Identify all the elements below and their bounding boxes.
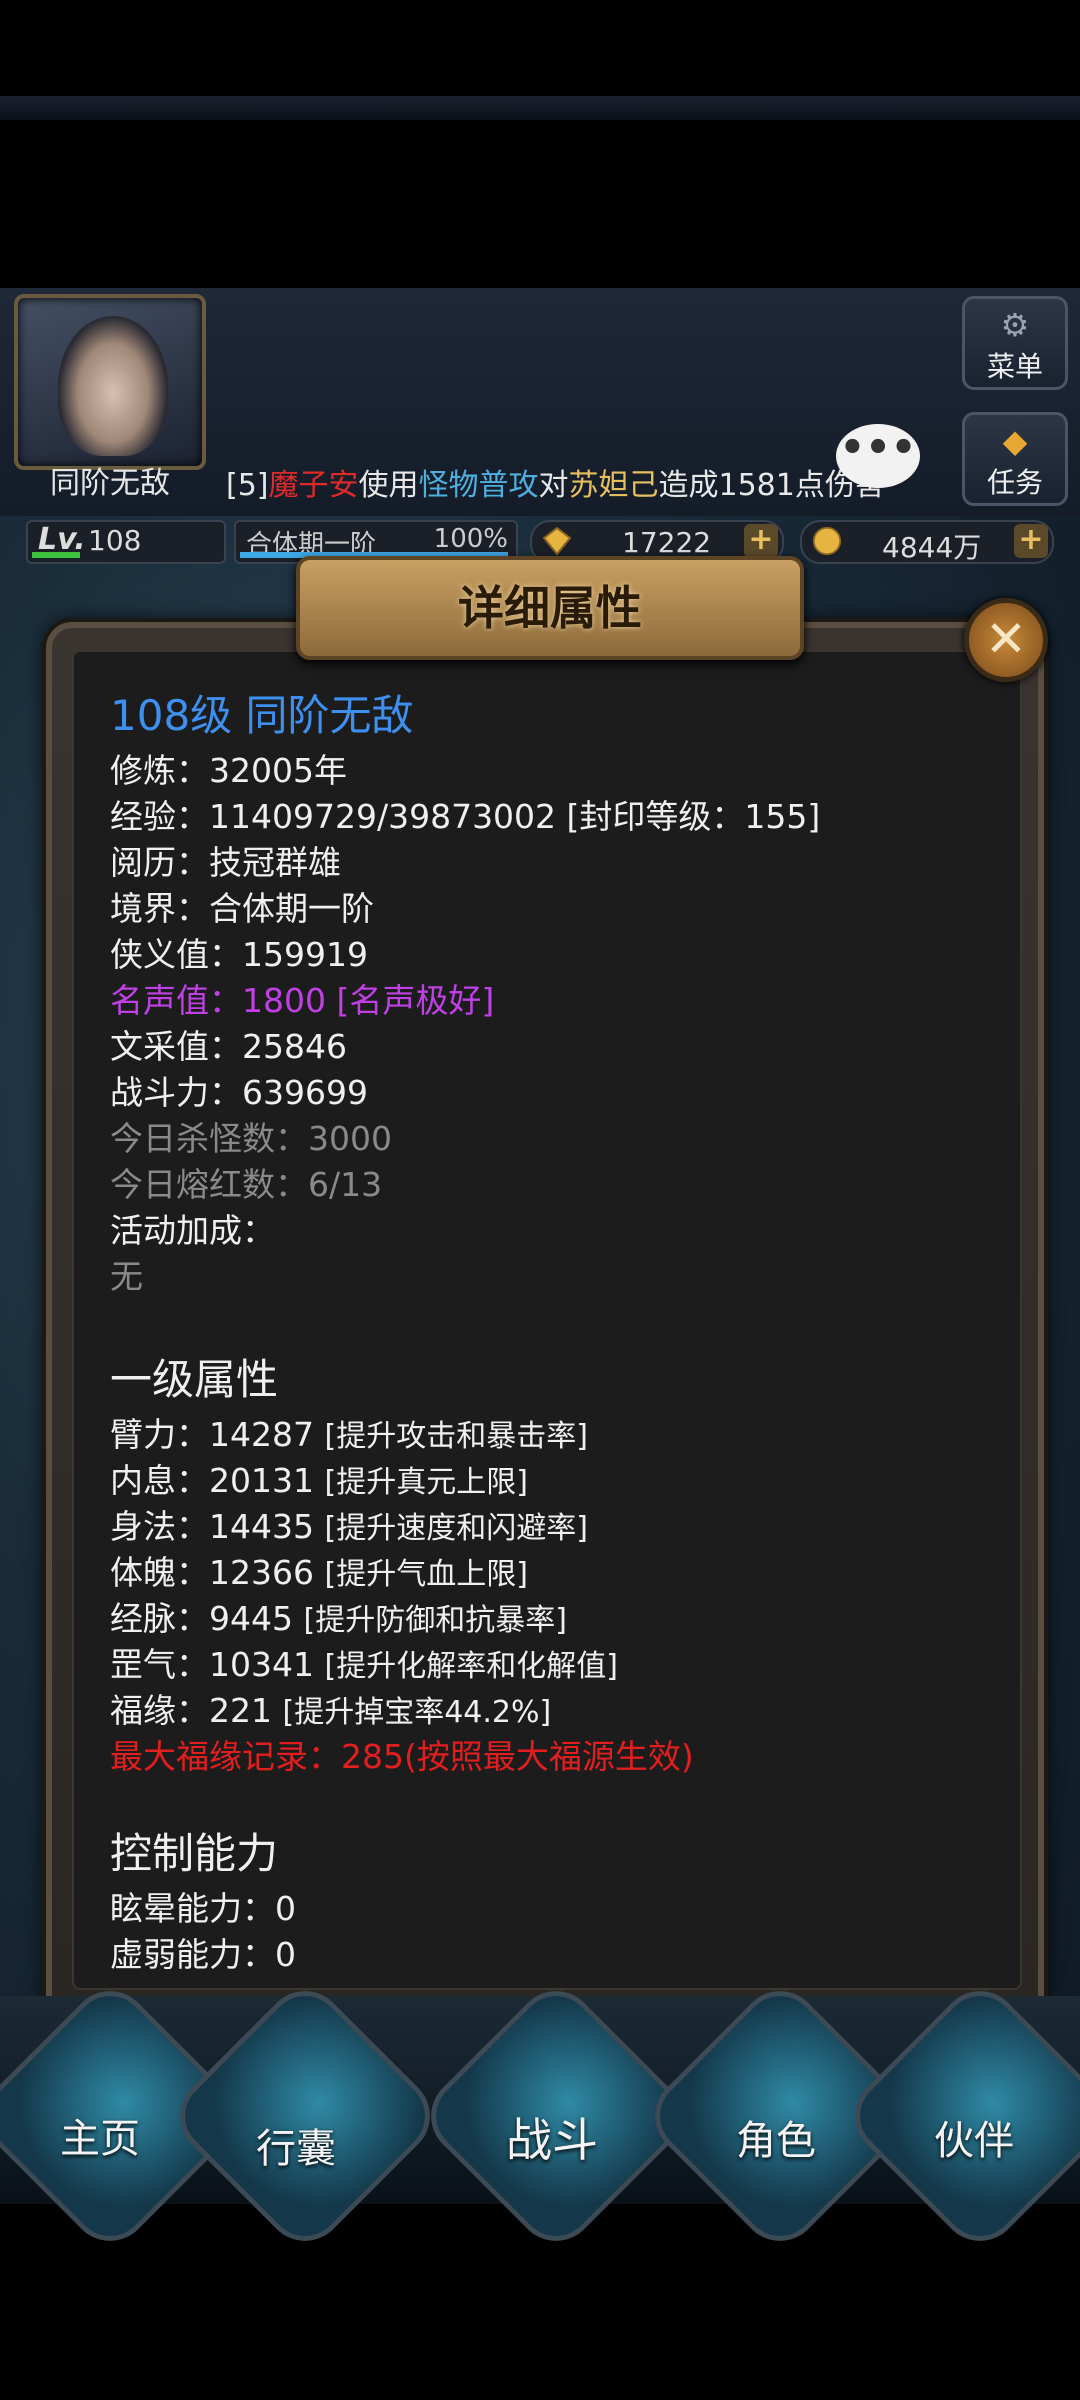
task-label: 任务 — [986, 466, 1043, 499]
chat-target: 苏妲己 — [568, 468, 659, 503]
attr-line: 福缘：221 [提升掉宝率44.2%] — [110, 1684, 551, 1732]
attr-label: 身法：14435 — [110, 1507, 314, 1546]
top-strip — [0, 96, 1080, 120]
dialog-title: 详细属性 — [458, 581, 642, 635]
close-button[interactable]: ✕ — [964, 598, 1048, 682]
attr-line: 体魄：12366 [提升气血上限] — [110, 1546, 528, 1594]
attr-hint: [提升气血上限] — [324, 1557, 528, 1592]
attr-line: 罡气：10341 [提升化解率和化解值] — [110, 1638, 618, 1686]
info-line: 战斗力：639699 — [110, 1073, 368, 1112]
coin-icon — [812, 526, 842, 556]
chat-skill: 怪物普攻 — [418, 468, 539, 503]
info-line: 境界：合体期一阶 — [110, 889, 374, 928]
level-value: 108 — [88, 524, 142, 557]
nav-partner-button[interactable]: 伙伴 — [874, 2108, 1074, 2166]
nav-battle-button[interactable]: 战斗 — [452, 2104, 652, 2170]
gear-icon: ⚙ — [1000, 306, 1030, 344]
attr-hint: [提升掉宝率44.2%] — [282, 1695, 552, 1730]
info-line: 修炼：32005年 — [110, 751, 347, 790]
chat-verb2: 对 — [538, 468, 569, 503]
menu-label: 菜单 — [986, 350, 1043, 383]
attr-hint: [提升攻击和暴击率] — [324, 1419, 588, 1454]
diamond-icon: ◆ — [1002, 422, 1028, 460]
chat-prefix: [5] — [226, 468, 269, 503]
chat-verb1: 使用 — [358, 468, 419, 503]
attr-label: 臂力：14287 — [110, 1415, 314, 1454]
attr-label: 内息：20131 — [110, 1461, 314, 1500]
ingot-value: 17222 — [622, 526, 712, 559]
attr-label: 福缘：221 — [110, 1691, 272, 1730]
player-header: 108级 同阶无敌 — [110, 691, 414, 740]
info-line: 文采值：25846 — [110, 1027, 347, 1066]
hero-name: 同阶无敌 — [50, 466, 170, 501]
nav-home-button[interactable]: 主页 — [0, 2106, 200, 2164]
info-line: 经验：11409729/39873002 [封印等级：155] — [110, 797, 821, 836]
chat-bubble-icon[interactable]: ••• — [836, 424, 920, 488]
attr-hint: [提升真元上限] — [324, 1465, 528, 1500]
ingot-add-button[interactable]: + — [744, 524, 778, 558]
exp-fill — [32, 552, 80, 558]
chat-actor: 魔子安 — [268, 468, 359, 503]
section-title-control: 控制能力 — [110, 1829, 279, 1878]
section-title-primary: 一级属性 — [110, 1355, 279, 1404]
info-line: 阅历：技冠群雄 — [110, 843, 341, 882]
info-line: 今日杀怪数：3000 — [110, 1119, 392, 1158]
attr-hint: [提升速度和闪避率] — [324, 1511, 588, 1546]
attr-line: 内息：20131 [提升真元上限] — [110, 1454, 528, 1502]
level-bar: Lv. 108 — [26, 520, 226, 564]
attr-line: 臂力：14287 [提升攻击和暴击率] — [110, 1408, 588, 1456]
attr-label: 罡气：10341 — [110, 1645, 314, 1684]
attr-label: 经脉：9445 — [110, 1599, 293, 1638]
info-line: 今日熔红数：6/13 — [110, 1165, 383, 1204]
avatar-portrait — [58, 316, 168, 456]
attr-hint: [提升防御和抗暴率] — [303, 1603, 567, 1638]
ingot-icon — [542, 526, 572, 556]
attribute-scroll-panel[interactable]: 108级 同阶无敌 修炼：32005年 经验：11409729/39873002… — [72, 650, 1022, 1990]
attr-line: 经脉：9445 [提升防御和抗暴率] — [110, 1592, 567, 1640]
avatar[interactable] — [14, 294, 206, 470]
info-line: 活动加成： — [110, 1211, 275, 1250]
attr-line: 身法：14435 [提升速度和闪避率] — [110, 1500, 588, 1548]
fortune-record: 最大福缘记录：285(按照最大福源生效) — [110, 1737, 694, 1776]
gold-currency: 4844万 + — [800, 520, 1054, 564]
menu-button[interactable]: ⚙ 菜单 — [962, 296, 1068, 390]
top-hud: 同阶无敌 ⚙ 菜单 ◆ 任务 [5]魔子安使用怪物普攻对苏妲己造成1581点伤害… — [0, 288, 1080, 564]
realm-progress: 100% — [433, 524, 508, 554]
info-line: 侠义值：159919 — [110, 935, 368, 974]
gold-add-button[interactable]: + — [1014, 524, 1048, 558]
attr-label: 体魄：12366 — [110, 1553, 314, 1592]
chat-message[interactable]: [5]魔子安使用怪物普攻对苏妲己造成1581点伤害 — [226, 460, 885, 504]
control-line: 虚弱能力：0 — [110, 1935, 296, 1974]
info-line: 名声值：1800 [名声极好] — [110, 981, 495, 1020]
bottom-nav: 主页 行囊 战斗 角色 伙伴 — [0, 1974, 1080, 2258]
dialog-title-banner: 详细属性 — [296, 556, 804, 660]
info-line: 无 — [110, 1257, 143, 1296]
task-button[interactable]: ◆ 任务 — [962, 412, 1068, 506]
nav-role-button[interactable]: 角色 — [676, 2108, 876, 2166]
control-line: 眩晕能力：0 — [110, 1889, 296, 1928]
attr-hint: [提升化解率和化解值] — [324, 1649, 618, 1684]
attribute-dialog: 108级 同阶无敌 修炼：32005年 经验：11409729/39873002… — [46, 622, 1044, 2022]
nav-bag-button[interactable]: 行囊 — [196, 2116, 396, 2174]
gold-value: 4844万 — [882, 531, 982, 564]
